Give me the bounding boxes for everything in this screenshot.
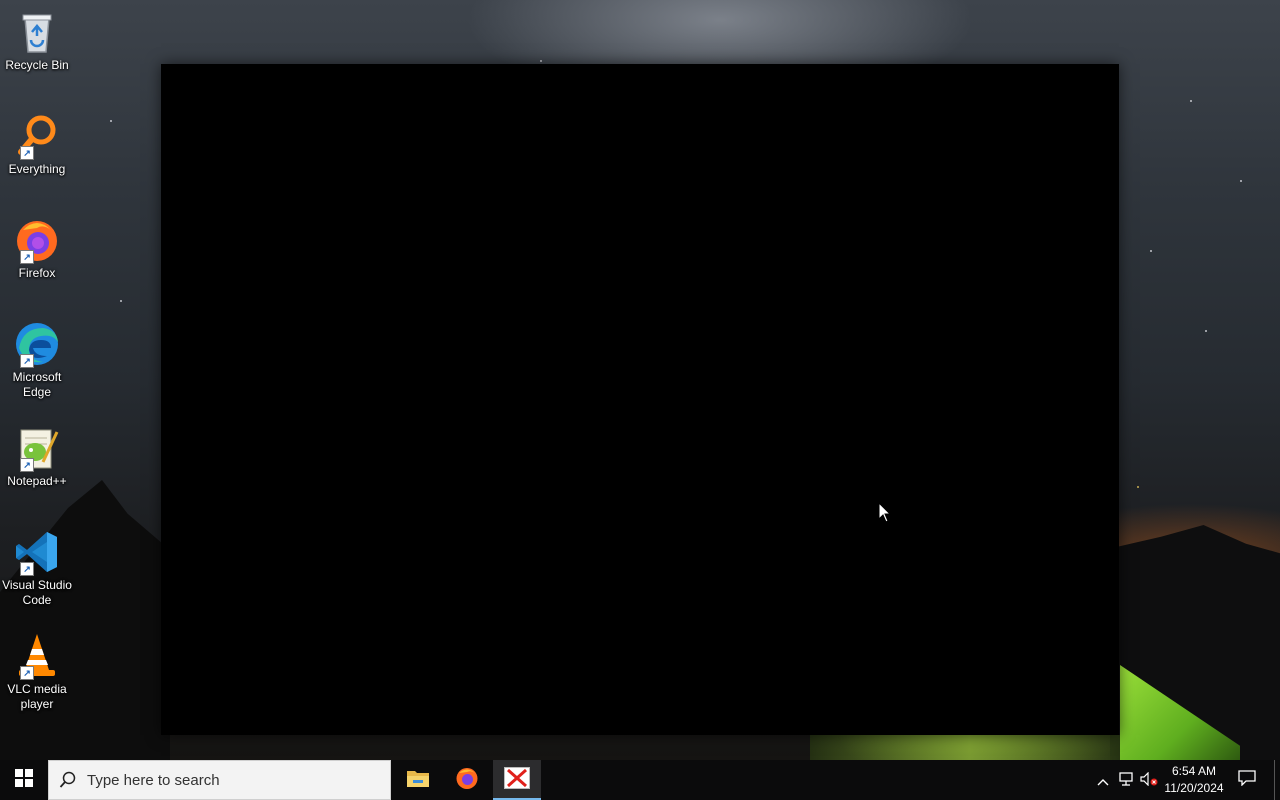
firefox-icon: ↗ [13,216,61,264]
ground-glow [810,735,1130,760]
taskbar-clock[interactable]: 6:54 AM 11/20/2024 [1160,760,1228,800]
recycle-bin-icon [13,8,61,56]
search-input[interactable]: Type here to search [48,760,391,800]
tray-volume[interactable] [1138,760,1160,800]
search-icon [49,771,87,789]
desktop-icon-label: VLC media player [7,682,67,711]
star [1190,100,1192,102]
mouse-cursor-icon [878,501,892,524]
desktop-icon-label: Notepad++ [7,474,67,488]
desktop-icon-label: Visual Studio Code [2,578,72,607]
shortcut-arrow-icon: ↗ [20,562,34,576]
red-x-icon [504,767,530,793]
desktop-icon-label: Microsoft Edge [12,370,62,399]
folder-icon [406,768,430,792]
shortcut-arrow-icon: ↗ [20,458,34,472]
show-desktop-button[interactable] [1274,760,1280,800]
desktop-icon-notepad-plus-plus[interactable]: ↗ Notepad++ [0,418,74,489]
shortcut-arrow-icon: ↗ [20,146,34,160]
star [1240,180,1242,182]
taskbar: Type here to search 6:54 AM 11/20/2024 [0,760,1280,800]
search-placeholder: Type here to search [87,771,220,789]
notification-icon [1238,770,1256,790]
shortcut-arrow-icon: ↗ [20,354,34,368]
star [1137,486,1139,488]
desktop-icon-label: Recycle Bin [5,58,69,72]
volume-muted-icon [1140,771,1158,790]
clock-date: 11/20/2024 [1164,781,1224,795]
tray-network[interactable] [1115,760,1137,800]
star [120,300,122,302]
edge-icon: ↗ [13,320,61,368]
vlc-icon: ↗ [13,632,61,680]
app-window[interactable] [161,64,1119,735]
vscode-icon: ↗ [13,528,61,576]
desktop-icon-vlc[interactable]: ↗ VLC media player [0,626,74,712]
star [110,120,112,122]
shortcut-arrow-icon: ↗ [20,666,34,680]
star [540,60,542,62]
windows-logo-icon [15,769,33,791]
desktop-icon-recycle-bin[interactable]: Recycle Bin [0,2,74,73]
firefox-icon [455,766,479,794]
desktop-icon-label: Firefox [18,266,56,280]
desktop-icon-vscode[interactable]: ↗ Visual Studio Code [0,522,74,608]
taskbar-active-app[interactable] [493,760,541,800]
start-button[interactable] [0,760,48,800]
chevron-up-icon [1097,771,1109,790]
taskbar-firefox[interactable] [444,760,490,800]
clock-time: 6:54 AM [1171,764,1217,778]
taskbar-file-explorer[interactable] [395,760,441,800]
tray-overflow-chevron[interactable] [1092,760,1114,800]
desktop-background: Recycle Bin ↗ Everything ↗ Firefox ↗ Mic… [0,0,1280,760]
desktop-icon-everything[interactable]: ↗ Everything [0,106,74,177]
desktop-icon-firefox[interactable]: ↗ Firefox [0,210,74,281]
desktop-icon-edge[interactable]: ↗ Microsoft Edge [0,314,74,400]
star [1205,330,1207,332]
star [1150,250,1152,252]
action-center-button[interactable] [1230,760,1264,800]
notepad-plus-plus-icon: ↗ [13,424,61,472]
everything-search-icon: ↗ [13,112,61,160]
shortcut-arrow-icon: ↗ [20,250,34,264]
desktop-icon-label: Everything [8,162,66,176]
network-icon [1118,771,1134,790]
